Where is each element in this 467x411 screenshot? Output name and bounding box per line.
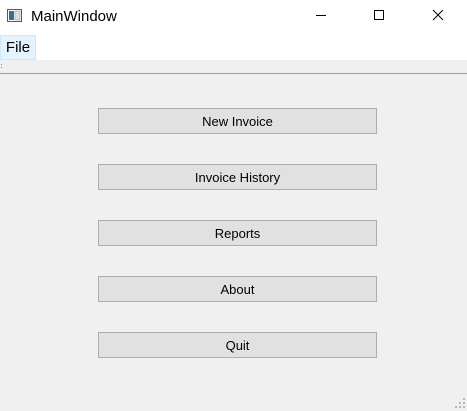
about-button[interactable]: About — [98, 276, 377, 302]
close-icon — [432, 9, 444, 24]
reports-button[interactable]: Reports — [98, 220, 377, 246]
invoice-history-button[interactable]: Invoice History — [98, 164, 377, 190]
maximize-button[interactable] — [350, 0, 408, 33]
minimize-button[interactable] — [292, 0, 350, 33]
new-invoice-button[interactable]: New Invoice — [98, 108, 377, 134]
maximize-icon — [373, 9, 385, 24]
menu-file[interactable]: File — [0, 35, 36, 60]
toolbar — [0, 60, 467, 74]
toolbar-handle-icon[interactable] — [1, 64, 4, 70]
minimize-icon — [315, 9, 327, 24]
menu-bar: File — [0, 33, 467, 60]
app-window-icon — [7, 9, 22, 22]
close-button[interactable] — [409, 0, 467, 33]
main-window: MainWindow File New Invoice Invoice Hist… — [0, 0, 467, 408]
size-grip-icon[interactable] — [455, 396, 465, 408]
window-title: MainWindow — [31, 8, 117, 25]
quit-button[interactable]: Quit — [98, 332, 377, 358]
title-bar[interactable]: MainWindow — [0, 0, 467, 33]
